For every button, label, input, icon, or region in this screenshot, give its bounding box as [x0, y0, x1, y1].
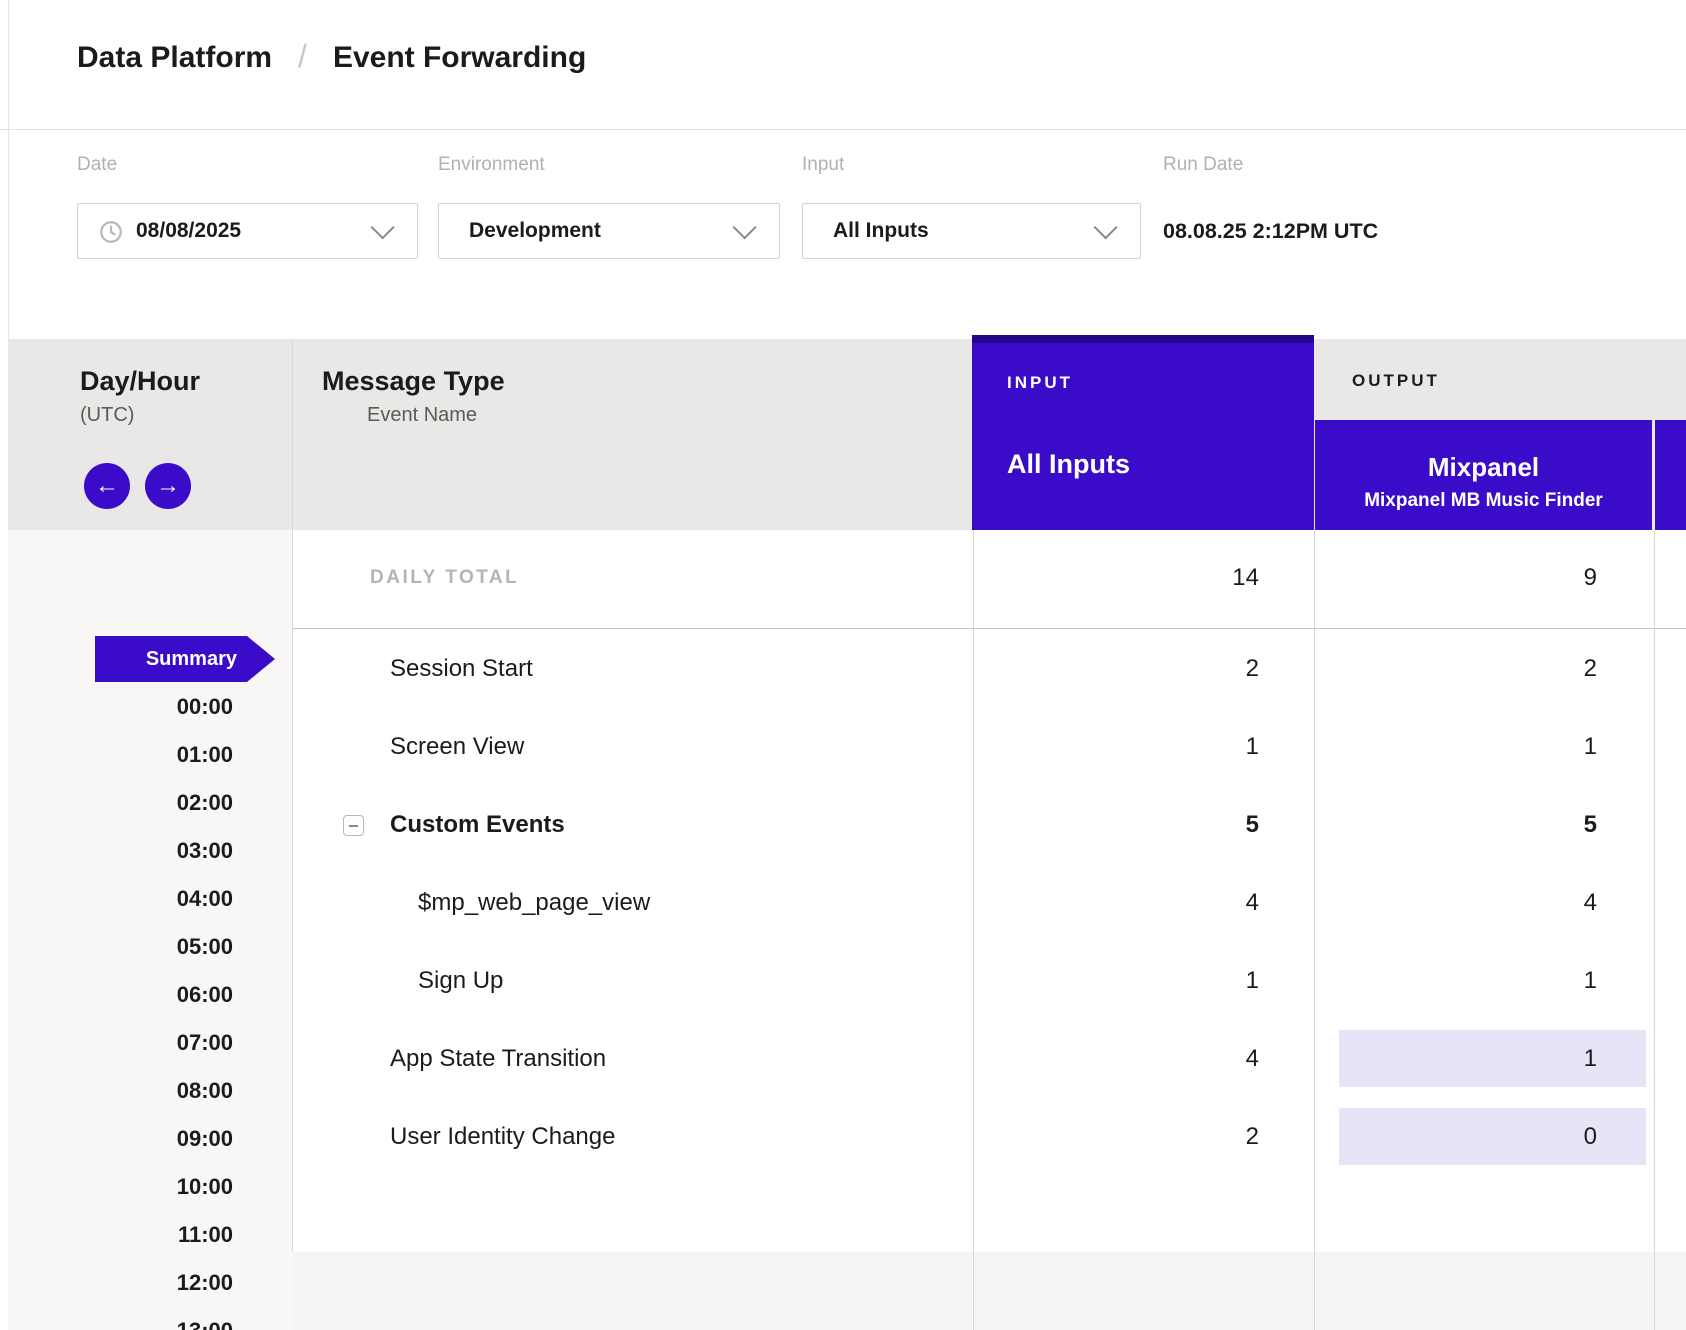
row-label-app-state-transition: App State Transition — [390, 1044, 606, 1074]
input-column-kicker: INPUT — [1007, 373, 1073, 393]
event-forwarding-page: Data Platform / Event Forwarding Date En… — [0, 0, 1686, 1330]
environment-filter-label: Environment — [438, 154, 545, 178]
summary-tab[interactable]: Summary — [95, 636, 275, 682]
row-label-user-identity-change: User Identity Change — [390, 1122, 615, 1152]
collapse-custom-events-icon[interactable] — [343, 815, 364, 836]
hour-item[interactable]: 00:00 — [8, 692, 233, 722]
column-border-3 — [1314, 530, 1315, 1330]
arrow-right-icon: → — [156, 474, 180, 498]
day-hour-header: Day/Hour — [80, 366, 200, 397]
row-label-session-start: Session Start — [390, 654, 533, 684]
row-label-sign-up: Sign Up — [418, 966, 503, 996]
run-date-label: Run Date — [1163, 154, 1243, 178]
column-border-2 — [973, 530, 974, 1330]
date-filter-label: Date — [77, 154, 117, 178]
prev-day-button[interactable]: ← — [84, 463, 130, 509]
message-type-header: Message Type — [322, 366, 505, 397]
table-footer-band — [292, 1252, 1686, 1330]
input-filter-label: Input — [802, 154, 844, 178]
next-day-button[interactable]: → — [145, 463, 191, 509]
hour-item[interactable]: 02:00 — [8, 788, 233, 818]
row-input-value: 1 — [973, 966, 1259, 996]
output-column-header[interactable]: Mixpanel Mixpanel MB Music Finder — [1315, 420, 1652, 530]
daily-total-label: DAILY TOTAL — [370, 563, 519, 593]
hour-item[interactable]: 05:00 — [8, 932, 233, 962]
daily-total-input-value: 14 — [973, 563, 1259, 593]
row-output-value: 1 — [1314, 1044, 1597, 1074]
column-border-1 — [292, 339, 293, 1330]
minus-icon — [349, 825, 358, 827]
hour-item[interactable]: 13:00 — [8, 1316, 233, 1330]
arrow-left-icon: ← — [95, 474, 119, 498]
daily-total-output-value: 9 — [1314, 563, 1597, 593]
output-column-kicker: OUTPUT — [1352, 371, 1440, 391]
chevron-down-icon — [371, 215, 395, 239]
clock-icon — [98, 219, 124, 251]
row-label-custom-events: Custom Events — [390, 810, 565, 840]
row-input-value: 5 — [973, 810, 1259, 840]
daily-total-divider — [292, 628, 1686, 629]
row-input-value: 1 — [973, 732, 1259, 762]
row-output-value: 2 — [1314, 654, 1597, 684]
hour-item[interactable]: 03:00 — [8, 836, 233, 866]
row-label-screen-view: Screen View — [390, 732, 524, 762]
hour-item[interactable]: 12:00 — [8, 1268, 233, 1298]
row-input-value: 4 — [973, 888, 1259, 918]
row-output-value: 1 — [1314, 732, 1597, 762]
output-subtitle: Mixpanel MB Music Finder — [1364, 490, 1603, 512]
hour-item[interactable]: 06:00 — [8, 980, 233, 1010]
message-type-subheader: Event Name — [367, 404, 477, 427]
date-value: 08/08/2025 — [136, 219, 241, 243]
row-input-value: 4 — [973, 1044, 1259, 1074]
hour-item[interactable]: 11:00 — [8, 1220, 233, 1250]
breadcrumb-separator: / — [298, 38, 307, 75]
chevron-down-icon — [1094, 215, 1118, 239]
date-dropdown[interactable]: 08/08/2025 — [77, 203, 418, 259]
chevron-down-icon — [733, 215, 757, 239]
breadcrumb: Data Platform / Event Forwarding — [77, 36, 586, 80]
hour-item[interactable]: 07:00 — [8, 1028, 233, 1058]
breadcrumb-section[interactable]: Data Platform — [77, 41, 272, 75]
run-date-value: 08.08.25 2:12PM UTC — [1163, 219, 1378, 247]
page-title: Event Forwarding — [333, 41, 586, 75]
input-dropdown[interactable]: All Inputs — [802, 203, 1141, 259]
input-column-header[interactable]: INPUT All Inputs — [972, 343, 1314, 530]
hour-item[interactable]: 10:00 — [8, 1172, 233, 1202]
hour-item[interactable]: 01:00 — [8, 740, 233, 770]
row-input-value: 2 — [973, 1122, 1259, 1152]
input-column-top-strip — [972, 335, 1314, 343]
next-output-column-partial[interactable] — [1655, 420, 1686, 530]
input-value: All Inputs — [833, 219, 929, 243]
day-hour-subheader: (UTC) — [80, 404, 134, 427]
topbar-divider — [0, 129, 1686, 130]
row-input-value: 2 — [973, 654, 1259, 684]
row-label-mp-web-page-view: $mp_web_page_view — [418, 888, 650, 918]
row-output-value: 1 — [1314, 966, 1597, 996]
environment-value: Development — [469, 219, 601, 243]
hour-item[interactable]: 09:00 — [8, 1124, 233, 1154]
hour-item[interactable]: 08:00 — [8, 1076, 233, 1106]
environment-dropdown[interactable]: Development — [438, 203, 780, 259]
output-name: Mixpanel — [1428, 452, 1539, 483]
column-border-4 — [1654, 530, 1655, 1330]
hour-item[interactable]: 04:00 — [8, 884, 233, 914]
input-column-title: All Inputs — [1007, 449, 1130, 480]
row-output-value: 4 — [1314, 888, 1597, 918]
row-output-value: 0 — [1314, 1122, 1597, 1152]
row-output-value: 5 — [1314, 810, 1597, 840]
